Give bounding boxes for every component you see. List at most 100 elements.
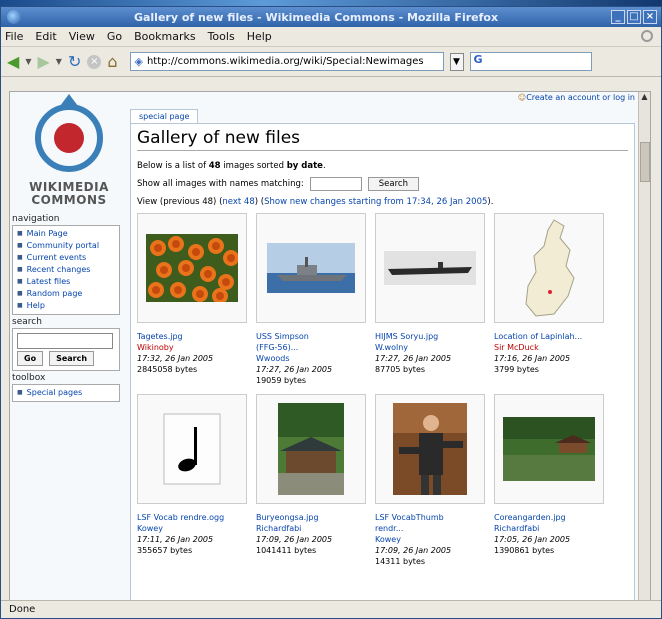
logo-text-2: COMMONS bbox=[31, 193, 107, 207]
status-bar: Done bbox=[1, 600, 661, 618]
logo-text-1: WIKIMEDIA bbox=[29, 180, 109, 194]
back-dropdown-icon[interactable]: ▼ bbox=[25, 57, 31, 66]
menu-go[interactable]: Go bbox=[107, 30, 122, 43]
gallery-thumbnail[interactable] bbox=[494, 213, 604, 323]
gallery-thumbnail[interactable] bbox=[137, 213, 247, 323]
forward-icon[interactable]: ▶ bbox=[37, 53, 49, 70]
menu-bookmarks[interactable]: Bookmarks bbox=[134, 30, 195, 43]
sidebar-item-current-events[interactable]: Current events bbox=[17, 252, 115, 264]
uploader-link[interactable]: Wikinoby bbox=[137, 342, 247, 353]
file-name-link[interactable]: USS Simpson bbox=[256, 331, 366, 342]
home-icon[interactable]: ⌂ bbox=[107, 53, 117, 70]
file-size: 14311 bytes bbox=[375, 557, 426, 566]
sidebar-item-main-page[interactable]: Main Page bbox=[17, 228, 115, 240]
gallery-thumbnail[interactable] bbox=[256, 394, 366, 504]
search-input[interactable] bbox=[17, 333, 113, 349]
sidebar-item-community-portal[interactable]: Community portal bbox=[17, 240, 115, 252]
menu-view[interactable]: View bbox=[69, 30, 95, 43]
gallery-item: Location of Lapinlah... Sir McDuck 17:16, … bbox=[494, 213, 604, 386]
vertical-scrollbar[interactable]: ▲ bbox=[638, 92, 650, 605]
uploader-link[interactable]: Kowey bbox=[375, 534, 485, 545]
stop-icon[interactable]: × bbox=[87, 54, 102, 69]
filter-row: Show all images with names matching: Sea… bbox=[137, 177, 628, 191]
intro-text: Below is a list of 48 images sorted by d… bbox=[137, 161, 326, 171]
show-new-changes-link[interactable]: Show new changes starting from 17:34, 26… bbox=[264, 197, 487, 207]
sidebar-item-help[interactable]: Help bbox=[17, 300, 115, 312]
upload-date: 17:32, 26 Jan 2005 bbox=[137, 354, 214, 363]
file-name-link[interactable]: Location of Lapinlah... bbox=[494, 331, 604, 342]
file-size: 19059 bytes bbox=[256, 376, 307, 385]
toolbox-portlet: Special pages bbox=[12, 384, 120, 402]
tab-special-page[interactable]: special page bbox=[130, 109, 199, 123]
address-bar[interactable]: ◈ http://commons.wikimedia.org/wiki/Spec… bbox=[129, 52, 444, 71]
file-name-link-cont[interactable]: rendr... bbox=[375, 523, 485, 534]
main-content: special page Create an account or log in… bbox=[130, 93, 635, 605]
logo-dot-icon bbox=[54, 123, 84, 153]
file-name-link[interactable]: LSF Vocab rendre.ogg bbox=[137, 512, 247, 523]
back-icon[interactable]: ◀ bbox=[7, 53, 19, 70]
gallery-item: Tagetes.jpg Wikinoby 17:32, 26 Jan 2005 284… bbox=[137, 213, 247, 386]
file-name-link[interactable]: HIJMS Soryu.jpg bbox=[375, 331, 485, 342]
file-name-link[interactable]: Coreangarden.jpg bbox=[494, 512, 604, 523]
uploader-link[interactable]: Richardfabi bbox=[494, 523, 604, 534]
window-title: Gallery of new files - Wikimedia Commons… bbox=[133, 10, 499, 24]
close-button[interactable]: × bbox=[643, 10, 657, 24]
filter-label: Show all images with names matching: bbox=[137, 179, 304, 189]
sidebar-item-random-page[interactable]: Random page bbox=[17, 288, 115, 300]
menu-help[interactable]: Help bbox=[247, 30, 272, 43]
menu-edit[interactable]: Edit bbox=[35, 30, 56, 43]
scroll-thumb[interactable] bbox=[640, 142, 650, 182]
gallery-item: Coreangarden.jpg Richardfabi 17:05, 26 Jan… bbox=[494, 394, 604, 567]
uploader-link[interactable]: Richardfabi bbox=[256, 523, 366, 534]
gallery-thumbnail[interactable] bbox=[375, 394, 485, 504]
minimize-button[interactable]: _ bbox=[611, 10, 625, 24]
file-size: 3799 bytes bbox=[494, 365, 539, 374]
sidebar-item-special-pages[interactable]: Special pages bbox=[17, 387, 115, 399]
gallery-thumbnail[interactable] bbox=[256, 213, 366, 323]
file-name-link[interactable]: Buryeongsa.jpg bbox=[256, 512, 366, 523]
image-gallery: Tagetes.jpg Wikinoby 17:32, 26 Jan 2005 284… bbox=[137, 213, 628, 567]
sidebar-item-recent-changes[interactable]: Recent changes bbox=[17, 264, 115, 276]
upload-date: 17:11, 26 Jan 2005 bbox=[137, 535, 214, 544]
maximize-button[interactable]: □ bbox=[627, 10, 641, 24]
upload-date: 17:05, 26 Jan 2005 bbox=[494, 535, 571, 544]
search-engine-box[interactable]: G bbox=[469, 52, 592, 71]
create-account-link[interactable]: Create an account or log in bbox=[518, 93, 635, 102]
go-button[interactable]: Go bbox=[17, 351, 44, 366]
reload-icon[interactable]: ↻ bbox=[68, 53, 81, 70]
file-name-link[interactable]: Tagetes.jpg bbox=[137, 331, 247, 342]
sidebar-item-latest-files[interactable]: Latest files bbox=[17, 276, 115, 288]
filter-input[interactable] bbox=[309, 177, 362, 191]
forward-dropdown-icon[interactable]: ▼ bbox=[56, 57, 62, 66]
url-text: http://commons.wikimedia.org/wiki/Specia… bbox=[146, 56, 424, 67]
uploader-link[interactable]: Sir McDuck bbox=[494, 342, 604, 353]
menu-file[interactable]: File bbox=[5, 30, 23, 43]
url-dropdown-icon[interactable]: ▼ bbox=[449, 52, 464, 71]
file-size: 1041411 bytes bbox=[256, 546, 317, 555]
next-48-link[interactable]: next 48 bbox=[222, 197, 254, 207]
gallery-thumbnail[interactable] bbox=[375, 213, 485, 323]
gallery-item: USS Simpson (FFG-56)... Wwoods 17:27, 26 Ja… bbox=[256, 213, 366, 386]
navigation-toolbar: ◀ ▼ ▶ ▼ ↻ × ⌂ ◈ http://commons.wikimedia… bbox=[1, 47, 661, 77]
uploader-link[interactable]: W.wolny bbox=[375, 342, 485, 353]
search-button[interactable]: Search bbox=[49, 351, 95, 366]
upload-date: 17:27, 26 Jan 2005 bbox=[256, 365, 333, 374]
gallery-thumbnail[interactable] bbox=[137, 394, 247, 504]
scroll-up-icon[interactable]: ▲ bbox=[639, 92, 650, 104]
file-name-link-cont[interactable]: (FFG-56)... bbox=[256, 342, 366, 353]
gallery-thumbnail[interactable] bbox=[494, 394, 604, 504]
file-size: 87705 bytes bbox=[375, 365, 426, 374]
sidebar: WIKIMEDIA COMMONS navigation Main Page C… bbox=[10, 92, 128, 402]
throbber-icon bbox=[641, 30, 653, 42]
upload-date: 17:09, 26 Jan 2005 bbox=[375, 546, 452, 555]
file-name-link[interactable]: LSF VocabThumb bbox=[375, 512, 485, 523]
gallery-item: LSF VocabThumb rendr... Kowey 17:09, 26 Jan… bbox=[375, 394, 485, 567]
gallery-item: Buryeongsa.jpg Richardfabi 17:09, 26 Jan 2… bbox=[256, 394, 366, 567]
gallery-item: LSF Vocab rendre.ogg Kowey 17:11, 26 Jan 2… bbox=[137, 394, 247, 567]
wikimedia-commons-logo[interactable]: WIKIMEDIA COMMONS bbox=[10, 92, 128, 212]
file-size: 355657 bytes bbox=[137, 546, 193, 555]
uploader-link[interactable]: Wwoods bbox=[256, 353, 366, 364]
menu-tools[interactable]: Tools bbox=[208, 30, 235, 43]
uploader-link[interactable]: Kowey bbox=[137, 523, 247, 534]
filter-search-button[interactable]: Search bbox=[367, 177, 419, 191]
